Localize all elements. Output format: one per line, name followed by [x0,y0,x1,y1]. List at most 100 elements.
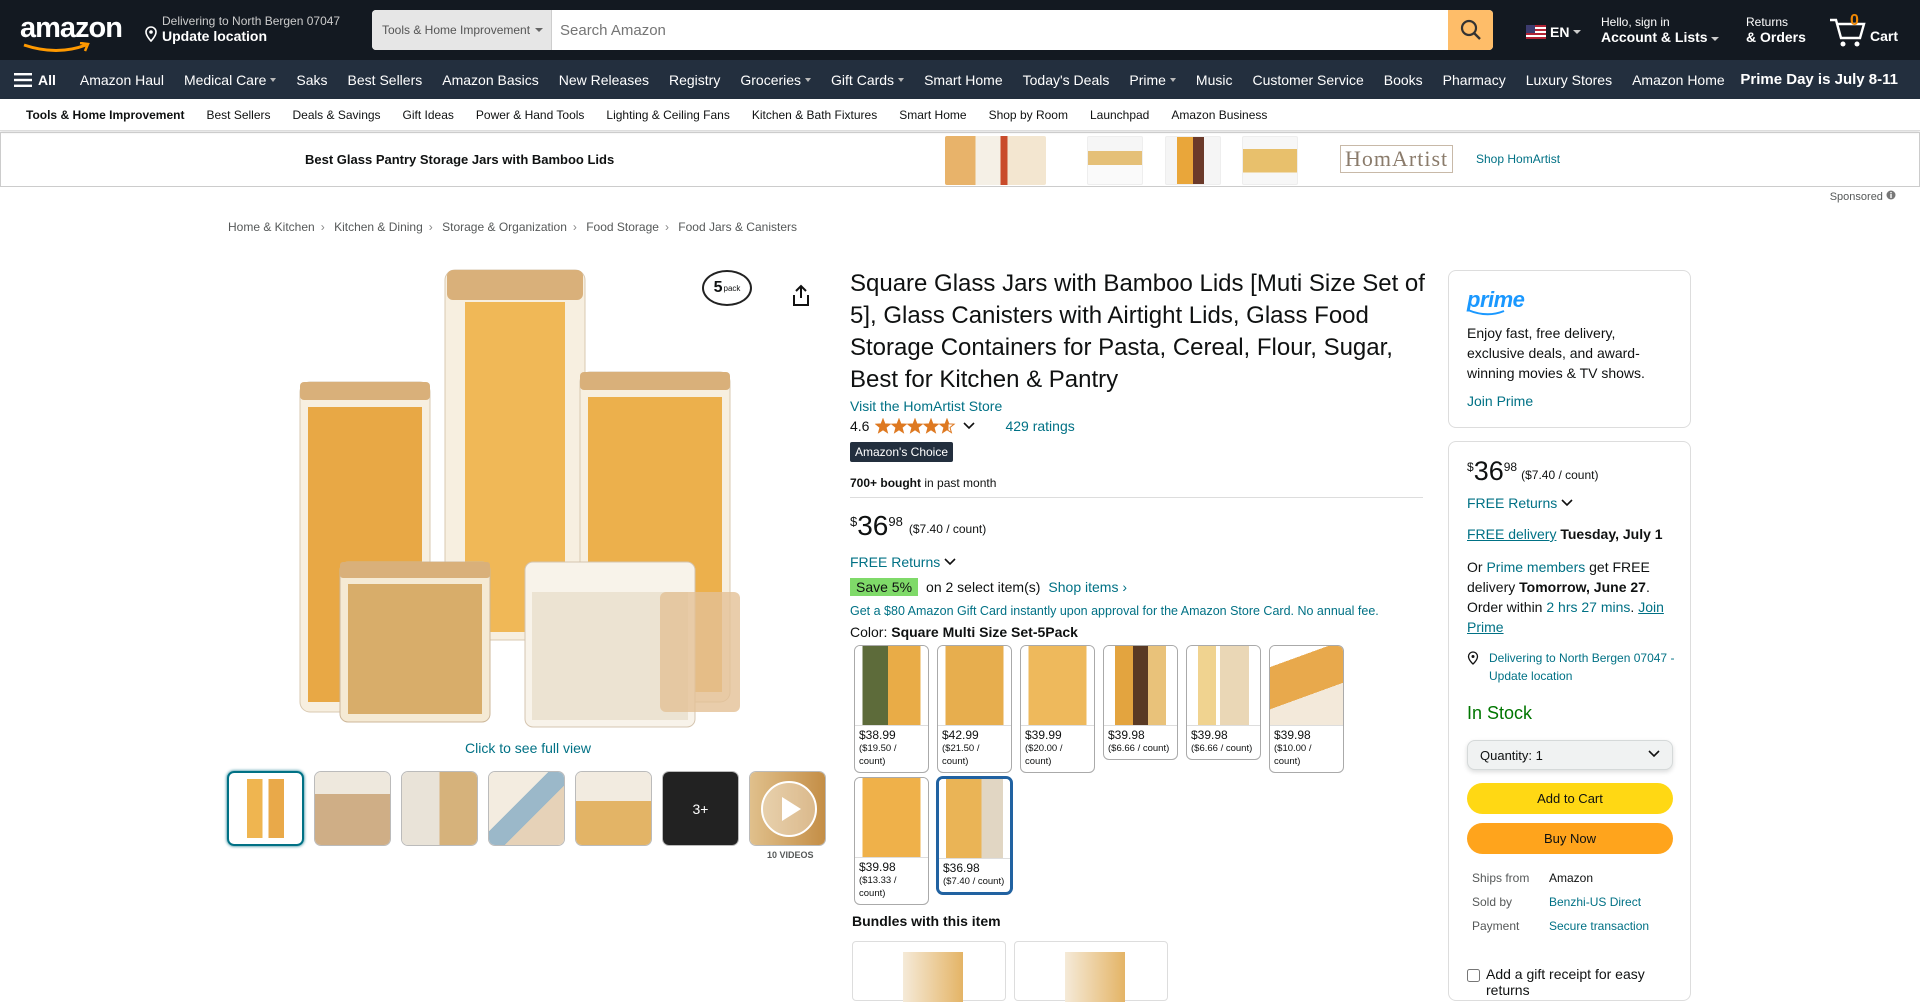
buybox-free-returns[interactable]: FREE Returns [1467,495,1573,511]
nav-item-customer-service[interactable]: Customer Service [1242,72,1373,88]
nav-item-prime[interactable]: Prime [1119,72,1186,88]
quantity-select[interactable]: Quantity: 1 [1467,740,1673,770]
nav-item-saks[interactable]: Saks [286,72,337,88]
nav-item-amazon-basics[interactable]: Amazon Basics [432,72,548,88]
nav-item-best-sellers[interactable]: Best Sellers [338,72,433,88]
swatch-3[interactable]: $39.99 ($20.00 / count) [1020,645,1095,773]
amazons-choice-badge[interactable]: Amazon's Choice [850,442,953,462]
breadcrumb-food-storage[interactable]: Food Storage [586,220,659,234]
color-selection: Color: Square Multi Size Set-5Pack [850,624,1078,640]
swatch-8-selected[interactable]: $36.98 ($7.40 / count) [937,777,1012,894]
rating-row: 4.6 429 ratings [850,418,1075,434]
seller-link[interactable]: Benzhi-US Direct [1549,894,1641,910]
add-to-cart-button[interactable]: Add to Cart [1467,783,1673,814]
free-returns-link[interactable]: FREE Returns [850,554,956,570]
subnav-lighting[interactable]: Lighting & Ceiling Fans [606,108,729,122]
nav-item-medical-care[interactable]: Medical Care [174,72,286,88]
share-icon[interactable] [790,284,812,308]
nav-item-pharmacy[interactable]: Pharmacy [1433,72,1516,88]
amazon-logo[interactable]: amazon [20,12,124,52]
subnav-kitchen-bath[interactable]: Kitchen & Bath Fixtures [752,108,877,122]
swatch-2[interactable]: $42.99 ($21.50 / count) [937,645,1012,773]
homartist-logo: HomArtist [1340,145,1454,173]
countdown: 2 hrs 27 mins [1546,599,1631,615]
nav-item-amazon-home[interactable]: Amazon Home [1622,72,1735,88]
nav-item-todays-deals[interactable]: Today's Deals [1013,72,1120,88]
free-delivery-link[interactable]: FREE delivery [1467,526,1556,542]
star-icon [907,418,924,434]
subnav-smart-home[interactable]: Smart Home [899,108,966,122]
subnav-deals[interactable]: Deals & Savings [293,108,381,122]
caret-down-icon [805,77,812,82]
search-button[interactable] [1448,10,1493,50]
pack-count-badge: 5 pack [702,270,752,306]
sponsored-banner[interactable]: Best Glass Pantry Storage Jars with Bamb… [0,132,1920,187]
buybox-location-link[interactable]: Delivering to North Bergen 07047 - Updat… [1467,649,1677,685]
nav-item-amazon-haul[interactable]: Amazon Haul [70,72,174,88]
language-selector[interactable]: EN [1526,24,1582,40]
gift-card-offer-link[interactable]: Get a $80 Amazon Gift Card instantly upo… [850,604,1379,618]
chevron-down-icon[interactable] [963,422,976,430]
subnav-best-sellers[interactable]: Best Sellers [206,108,270,122]
subnav-tools-home[interactable]: Tools & Home Improvement [26,108,184,122]
breadcrumb-storage[interactable]: Storage & Organization [442,220,567,234]
returns-orders[interactable]: Returns & Orders [1746,15,1806,45]
thumbnail-4[interactable] [488,771,565,846]
thumbnail-2[interactable] [314,771,391,846]
nav-item-music[interactable]: Music [1186,72,1243,88]
subnav-power-tools[interactable]: Power & Hand Tools [476,108,585,122]
subnav-amazon-business[interactable]: Amazon Business [1171,108,1267,122]
subnav-shop-by-room[interactable]: Shop by Room [989,108,1068,122]
full-view-link[interactable]: Click to see full view [465,740,591,756]
breadcrumb-kitchen-dining[interactable]: Kitchen & Dining [334,220,423,234]
buy-now-button[interactable]: Buy Now [1467,823,1673,854]
banner-image-1 [945,136,1046,185]
nav-item-groceries[interactable]: Groceries [730,72,821,88]
bundle-card-1[interactable] [852,941,1006,1002]
thumbnail-3[interactable] [401,771,478,846]
nav-item-registry[interactable]: Registry [659,72,730,88]
prime-day-promo[interactable]: Prime Day is July 8-11 [1740,71,1898,88]
subnav-gift-ideas[interactable]: Gift Ideas [403,108,454,122]
nav-item-new-releases[interactable]: New Releases [549,72,659,88]
sponsored-label[interactable]: Sponsored [1830,190,1896,203]
subnav-launchpad[interactable]: Launchpad [1090,108,1149,122]
breadcrumb-home-kitchen[interactable]: Home & Kitchen [228,220,315,234]
nav-item-gift-cards[interactable]: Gift Cards [821,72,914,88]
ratings-count-link[interactable]: 429 ratings [1005,418,1074,434]
account-lists[interactable]: Hello, sign in Account & Lists [1601,15,1720,45]
swatch-5[interactable]: $39.98 ($6.66 / count) [1186,645,1261,760]
bundle-card-2[interactable] [1014,941,1168,1002]
caret-down-icon [898,77,905,82]
nav-item-books[interactable]: Books [1374,72,1433,88]
swatch-4[interactable]: $39.98 ($6.66 / count) [1103,645,1178,760]
search-input[interactable] [552,10,1448,50]
secure-transaction-link[interactable]: Secure transaction [1549,918,1649,934]
thumbnail-1[interactable] [227,771,304,846]
nav-item-luxury-stores[interactable]: Luxury Stores [1516,72,1622,88]
star-rating-icon[interactable] [875,418,957,434]
search-category-select[interactable]: Tools & Home Improvement [372,10,552,50]
store-link[interactable]: Visit the HomArtist Store [850,398,1002,414]
shop-homartist-link[interactable]: Shop HomArtist [1476,152,1560,166]
prime-members-link[interactable]: Prime members [1486,559,1585,575]
gift-receipt-checkbox[interactable] [1467,969,1480,982]
cart-button[interactable]: 0 Cart [1828,12,1908,48]
swatch-1[interactable]: $38.99 ($19.50 / count) [854,645,929,773]
join-prime-link[interactable]: Join Prime [1467,393,1672,409]
shop-items-link[interactable]: Shop items › [1048,579,1127,595]
chevron-right-icon: › [1122,579,1128,595]
deliver-to[interactable]: Delivering to North Bergen 07047 Update … [142,14,340,44]
nav-item-smart-home[interactable]: Smart Home [914,72,1013,88]
breadcrumb-food-jars[interactable]: Food Jars & Canisters [678,220,797,234]
thumbnail-strip: 3+ [227,771,826,846]
thumbnail-more[interactable]: 3+ [662,771,739,846]
chevron-down-icon [944,558,956,566]
buy-box: $ 36 98 ($7.40 / count) FREE Returns FRE… [1448,441,1691,1001]
swatch-7[interactable]: $39.98 ($13.33 / count) [854,777,929,905]
all-menu-button[interactable]: All [14,72,70,88]
swatch-6[interactable]: $39.98 ($10.00 / count) [1269,645,1344,773]
thumbnail-video[interactable] [749,771,826,846]
thumbnail-5[interactable] [575,771,652,846]
main-product-image[interactable] [290,262,770,732]
